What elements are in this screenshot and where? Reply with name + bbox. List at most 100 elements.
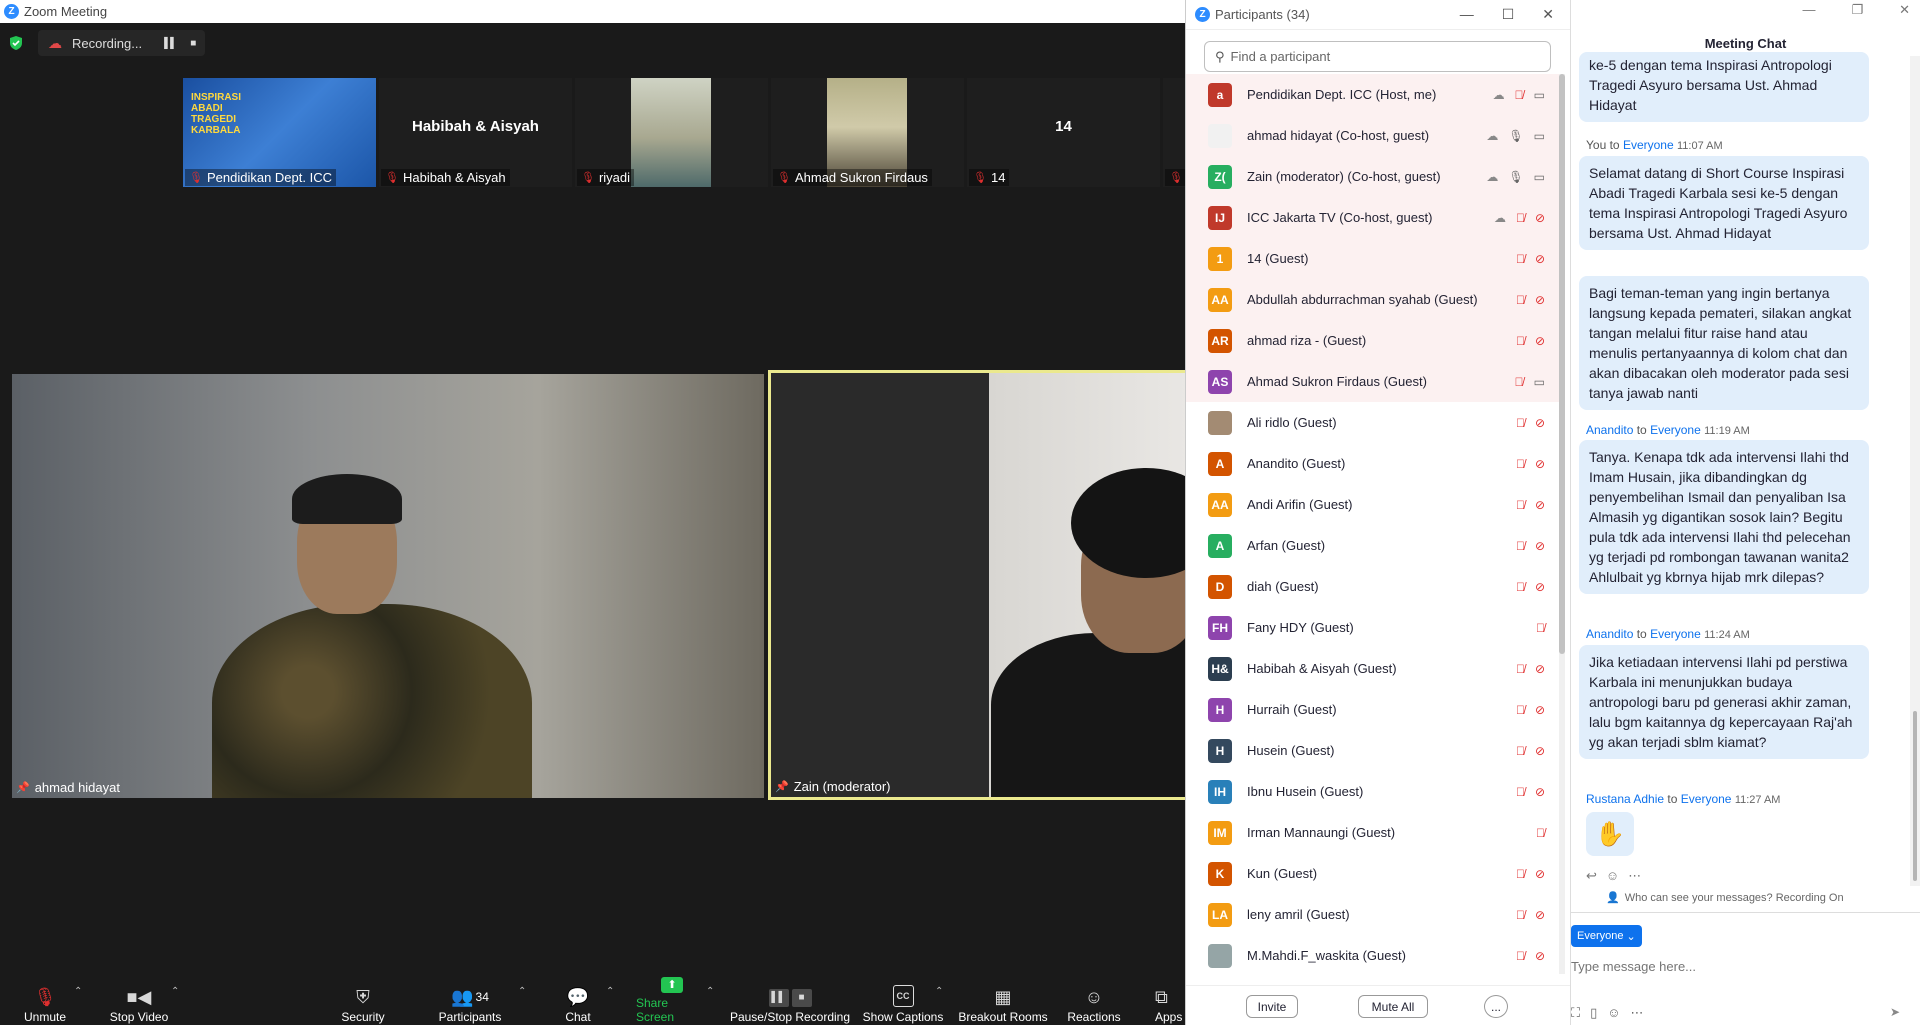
mic-muted-icon[interactable]: 🎙̸ — [1516, 457, 1525, 471]
stop-recording-icon[interactable]: ■ — [190, 38, 196, 49]
participant-row[interactable]: H Husein (Guest) 🎙̸ ⊘ — [1186, 730, 1559, 771]
mic-muted-icon[interactable]: 🎙̸ — [1516, 580, 1525, 594]
reply-icon[interactable]: ↩ — [1586, 868, 1597, 884]
unmute-button[interactable]: 🎙 Unmute — [20, 980, 70, 1025]
participant-row[interactable]: AR ahmad riza - (Guest) 🎙̸ ⊘ — [1186, 320, 1559, 361]
participant-row[interactable]: H& Habibah & Aisyah (Guest) 🎙̸ ⊘ — [1186, 648, 1559, 689]
participant-list-scrollbar[interactable] — [1559, 74, 1565, 974]
encryption-shield-icon[interactable] — [8, 35, 24, 51]
breakout-rooms-button[interactable]: ▦ Breakout Rooms — [958, 980, 1048, 1025]
camera-off-icon[interactable]: ⊘ — [1535, 744, 1545, 758]
participant-row[interactable]: LA leny amril (Guest) 🎙̸ ⊘ — [1186, 894, 1559, 935]
participant-row[interactable]: A Anandito (Guest) 🎙̸ ⊘ — [1186, 443, 1559, 484]
camera-off-icon[interactable]: ⊘ — [1535, 703, 1545, 717]
mic-muted-icon[interactable]: 🎙̸ — [1536, 621, 1545, 635]
camera-off-icon[interactable]: ⊘ — [1535, 662, 1545, 676]
chat-button[interactable]: 💬 Chat — [558, 980, 598, 1025]
mic-muted-icon[interactable]: 🎙̸ — [1516, 416, 1525, 430]
participant-row[interactable]: FH Fany HDY (Guest) 🎙̸ — [1186, 607, 1559, 648]
apps-button[interactable]: ⧉ Apps — [1155, 980, 1189, 1025]
chat-options-caret-icon[interactable]: ⌃ — [606, 986, 614, 997]
video-options-caret-icon[interactable]: ⌃ — [171, 986, 179, 997]
send-icon[interactable]: ➤ — [1890, 1005, 1900, 1019]
camera-off-icon[interactable]: ⊘ — [1535, 334, 1545, 348]
camera-off-icon[interactable]: ⊘ — [1535, 908, 1545, 922]
emoji-icon[interactable]: ☺ — [1607, 1005, 1620, 1021]
mic-muted-icon[interactable]: 🎙̸ — [1516, 211, 1525, 225]
mic-muted-icon[interactable]: 🎙̸ — [1516, 293, 1525, 307]
scrollbar-thumb[interactable] — [1559, 74, 1565, 654]
mic-muted-icon[interactable]: 🎙̸ — [1516, 908, 1525, 922]
thumbnail-tile[interactable]: 🎙 Ahmad Sukron Firdaus — [771, 78, 964, 187]
more-icon[interactable]: ⋯ — [1631, 1005, 1644, 1021]
chat-scrollbar[interactable] — [1910, 56, 1920, 886]
participants-button[interactable]: 👥 34 Participants — [433, 980, 507, 1025]
audio-options-caret-icon[interactable]: ⌃ — [74, 986, 82, 997]
camera-off-icon[interactable]: ⊘ — [1535, 293, 1545, 307]
mic-muted-icon[interactable]: 🎙̸ — [1515, 88, 1524, 102]
more-icon[interactable]: ⋯ — [1628, 868, 1641, 884]
camera-off-icon[interactable]: ⊘ — [1535, 498, 1545, 512]
participant-row[interactable]: ahmad hidayat (Co-host, guest) ☁ 🎙 ▭ — [1186, 115, 1559, 156]
participant-row[interactable]: IM Irman Mannaungi (Guest) 🎙̸ — [1186, 812, 1559, 853]
mic-muted-icon[interactable]: 🎙̸ — [1515, 375, 1524, 389]
camera-off-icon[interactable]: ⊘ — [1535, 457, 1545, 471]
participant-search-input[interactable]: ⚲ Find a participant — [1204, 41, 1551, 72]
thumbnail-tile[interactable]: 🎙 riyadi — [575, 78, 768, 187]
minimize-icon[interactable]: — — [1802, 2, 1815, 18]
mic-muted-icon[interactable]: 🎙̸ — [1516, 539, 1525, 553]
mic-muted-icon[interactable]: 🎙̸ — [1516, 252, 1525, 266]
restore-icon[interactable]: ❐ — [1851, 2, 1863, 18]
camera-icon[interactable]: ▭ — [1534, 88, 1545, 102]
security-button[interactable]: ⛨ Security — [338, 980, 388, 1025]
mic-muted-icon[interactable]: 🎙̸ — [1516, 334, 1525, 348]
camera-icon[interactable]: ▭ — [1534, 375, 1545, 389]
share-options-caret-icon[interactable]: ⌃ — [706, 986, 714, 997]
mic-muted-icon[interactable]: 🎙̸ — [1516, 867, 1525, 881]
show-captions-button[interactable]: CC Show Captions — [862, 980, 944, 1025]
mic-muted-icon[interactable]: 🎙̸ — [1516, 662, 1525, 676]
stop-video-button[interactable]: ■◀ Stop Video — [104, 980, 174, 1025]
chat-recipient-dropdown[interactable]: Everyone ⌄ — [1571, 925, 1642, 947]
mic-muted-icon[interactable]: 🎙̸ — [1516, 785, 1525, 799]
thumbnail-tile[interactable]: 14 🎙 14 — [967, 78, 1160, 187]
participant-row[interactable]: IJ ICC Jakarta TV (Co-host, guest) ☁ 🎙̸ ⊘ — [1186, 197, 1559, 238]
participant-row[interactable]: AA Andi Arifin (Guest) 🎙̸ ⊘ — [1186, 484, 1559, 525]
participant-row[interactable]: IH Ibnu Husein (Guest) 🎙̸ ⊘ — [1186, 771, 1559, 812]
camera-off-icon[interactable]: ⊘ — [1535, 580, 1545, 594]
mute-all-button[interactable]: Mute All — [1358, 995, 1428, 1018]
main-video-tile-active-speaker[interactable]: 📌 Zain (moderator) — [768, 370, 1190, 800]
maximize-icon[interactable]: ☐ — [1502, 6, 1515, 23]
mic-muted-icon[interactable]: 🎙̸ — [1516, 498, 1525, 512]
participants-options-caret-icon[interactable]: ⌃ — [518, 986, 526, 997]
privacy-note[interactable]: 👤 Who can see your messages? Recording O… — [1606, 891, 1844, 905]
invite-button[interactable]: Invite — [1246, 995, 1298, 1018]
camera-icon[interactable]: ▭ — [1534, 129, 1545, 143]
captions-options-caret-icon[interactable]: ⌃ — [935, 986, 943, 997]
mic-muted-icon[interactable]: 🎙̸ — [1536, 826, 1545, 840]
participant-row[interactable]: A Arfan (Guest) 🎙̸ ⊘ — [1186, 525, 1559, 566]
camera-off-icon[interactable]: ⊘ — [1535, 252, 1545, 266]
camera-off-icon[interactable]: ⊘ — [1535, 949, 1545, 963]
pause-recording-icon[interactable]: ▌▌ — [164, 38, 177, 49]
participant-row[interactable]: Ali ridlo (Guest) 🎙̸ ⊘ — [1186, 402, 1559, 443]
participant-row[interactable]: AS Ahmad Sukron Firdaus (Guest) 🎙̸ ▭ — [1186, 361, 1559, 402]
mic-muted-icon[interactable]: 🎙̸ — [1516, 703, 1525, 717]
participant-row[interactable]: Z(Zain (moderator) (Co-host, guest) ☁ 🎙 ▭ — [1186, 156, 1559, 197]
share-screen-button[interactable]: ⬆ Share Screen — [636, 977, 708, 1025]
pause-stop-recording-button[interactable]: ▌▌ ■ Pause/Stop Recording — [728, 980, 852, 1025]
camera-icon[interactable]: ▭ — [1534, 170, 1545, 184]
file-icon[interactable]: ▯ — [1590, 1005, 1597, 1021]
mic-muted-icon[interactable]: 🎙̸ — [1516, 744, 1525, 758]
mic-muted-icon[interactable]: 🎙̸ — [1516, 949, 1525, 963]
chat-message-input[interactable] — [1571, 954, 1901, 978]
camera-off-icon[interactable]: ⊘ — [1535, 211, 1545, 225]
participant-row[interactable]: K Kun (Guest) 🎙̸ ⊘ — [1186, 853, 1559, 894]
main-video-tile[interactable]: 📌 ahmad hidayat — [12, 374, 764, 798]
reactions-button[interactable]: ☺ Reactions — [1064, 980, 1124, 1025]
mic-icon[interactable]: 🎙 — [1508, 129, 1523, 143]
camera-off-icon[interactable]: ⊘ — [1535, 785, 1545, 799]
close-icon[interactable]: ✕ — [1899, 2, 1910, 18]
camera-off-icon[interactable]: ⊘ — [1535, 867, 1545, 881]
thumbnail-tile[interactable]: Habibah & Aisyah 🎙 Habibah & Aisyah — [379, 78, 572, 187]
